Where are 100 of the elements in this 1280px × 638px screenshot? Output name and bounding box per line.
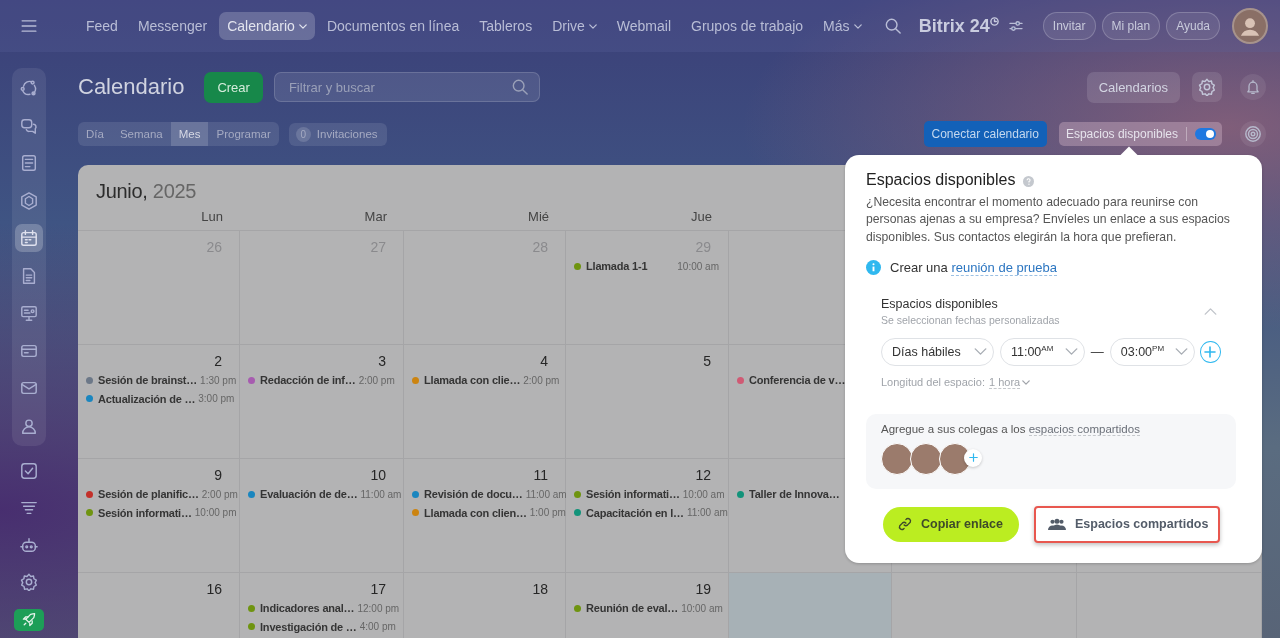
event-title[interactable]: Evaluación de de…	[260, 488, 358, 501]
nav-tab[interactable]: Webmail	[608, 12, 679, 40]
section-subtitle: Se seleccionan fechas personalizadas	[881, 313, 1060, 326]
event-title[interactable]: Taller de Innova…	[749, 488, 840, 501]
copy-link-button[interactable]: Copiar enlace	[883, 506, 1019, 542]
shared-slots-button[interactable]: Espacios compartidos	[1034, 505, 1221, 543]
caret-icon[interactable]	[1022, 379, 1031, 385]
nav-tab[interactable]: Messenger	[129, 12, 216, 40]
event-time: 1:30 pm	[199, 374, 238, 386]
event-time: 10:00 am	[681, 488, 726, 500]
link-icon[interactable]	[898, 517, 912, 532]
day-cell[interactable]: 3 Redacción de inf… 2:00 pm	[240, 345, 404, 458]
nav-tab[interactable]: Feed	[78, 12, 126, 40]
event-title[interactable]: Llamada 1-1	[586, 260, 648, 273]
event-title[interactable]: Sesión de planific…	[98, 488, 199, 501]
event-title[interactable]: Actualización de …	[98, 392, 196, 405]
day-cell[interactable]: 10 Evaluación de de… 11:00 am	[240, 459, 404, 572]
event-title[interactable]: Sesión informati…	[586, 488, 680, 501]
search-icon[interactable]	[511, 79, 528, 95]
nav-tab[interactable]: Documentos en línea	[318, 12, 468, 40]
event-title[interactable]: Sesión informati…	[98, 506, 192, 519]
day-cell[interactable]: 9 Sesión de planific… 2:00 pm Sesión informati… 10:00 pm	[78, 459, 240, 572]
day-cell[interactable]: 4 Llamada con clie… 2:00 pm	[404, 345, 566, 458]
day-cell[interactable]: 11 Revisión de docu… 11:00 am Llamada con clien… 1:00 pm	[404, 459, 566, 572]
day-number: 2	[214, 353, 222, 371]
spiral-icon[interactable]	[1240, 121, 1266, 147]
connect-calendar-button[interactable]: Conectar calendario	[923, 121, 1047, 147]
caret-icon[interactable]	[853, 23, 862, 29]
nav-tab[interactable]: Drive	[544, 12, 605, 40]
event-title[interactable]: Indicadores anal…	[260, 602, 355, 615]
day-number: 19	[695, 581, 711, 599]
menu-icon[interactable]	[21, 20, 37, 32]
day-cell[interactable]: 2 Sesión de brainst… 1:30 pm Actualización de … 3:00 pm	[78, 345, 240, 458]
event-time: 2:00 pm	[522, 374, 561, 386]
colleague-avatar[interactable]	[910, 442, 942, 475]
chevron-down-icon[interactable]	[973, 348, 987, 356]
day-number: 9	[214, 467, 222, 485]
event-title[interactable]: Investigación de …	[260, 620, 357, 633]
event-title[interactable]: Llamada con clien…	[424, 506, 527, 519]
nav-tab[interactable]: Más	[815, 12, 870, 40]
day-cell[interactable]: 18	[404, 573, 566, 638]
day-number: 12	[695, 467, 711, 485]
caret-icon[interactable]	[588, 23, 597, 29]
event-time: 10:00 am	[680, 602, 724, 614]
event-time: 2:00 pm	[200, 488, 239, 500]
day-cell[interactable]: 16	[78, 573, 240, 638]
header-button[interactable]: Mi plan	[1101, 12, 1161, 40]
event-time: 2:00 pm	[357, 374, 396, 386]
day-number: 16	[206, 581, 222, 599]
toggle-switch[interactable]	[1195, 128, 1216, 140]
sliders-icon[interactable]	[1008, 20, 1023, 32]
header-button[interactable]: Invitar	[1042, 12, 1096, 40]
day-cell[interactable]: 12 Sesión informati… 10:00 am Capacitación en l… 11:00 am	[566, 459, 729, 572]
colleague-avatar[interactable]	[881, 442, 913, 475]
day-number: 4	[540, 353, 548, 371]
chevron-down-icon[interactable]	[1064, 348, 1078, 356]
weekday-label: Jue	[690, 208, 713, 226]
header-button[interactable]: Ayuda	[1166, 12, 1220, 40]
day-number: 18	[532, 581, 548, 599]
event-title[interactable]: Sesión de brainst…	[98, 374, 198, 387]
event-title[interactable]: Reunión de eval…	[586, 602, 679, 615]
event-time: 1:00 pm	[528, 507, 567, 519]
nav-tab[interactable]: Calendario	[219, 12, 315, 40]
event-time: 10:00 pm	[193, 507, 238, 519]
event-time: 11:00 am	[685, 507, 729, 519]
user-avatar[interactable]	[1232, 8, 1268, 44]
calendar-icon[interactable]	[15, 224, 43, 252]
chevron-down-icon[interactable]	[1174, 348, 1188, 356]
create-button[interactable]: Crear	[204, 71, 263, 103]
available-slots-control[interactable]: Espacios disponibles	[1058, 122, 1222, 146]
test-meeting-text: Crear una reunión de prueba	[890, 259, 1057, 275]
description-text: ¿Necesita encontrar el momento adecuado para reunirse con personas ajenas a su empresa? Envíeles un enlace a sus espacios disponibles. Sus contactos elegirán la hora que prefieran.	[866, 194, 1231, 246]
event-title[interactable]: Conferencia de v…	[749, 374, 846, 387]
weekday-label: Mié	[527, 208, 550, 226]
people-icon[interactable]	[1048, 517, 1066, 531]
event-title[interactable]: Redacción de inf…	[260, 374, 356, 387]
settings-icon[interactable]	[1192, 72, 1222, 102]
bell-icon[interactable]	[1240, 74, 1266, 100]
day-cell[interactable]: 5	[566, 345, 729, 458]
search-icon[interactable]	[884, 18, 901, 34]
shared-slots-link[interactable]: espacios compartidos	[1028, 422, 1140, 436]
range-dash: —	[1090, 344, 1104, 360]
event-time: 10:00 am	[676, 260, 720, 272]
event-title[interactable]: Capacitación en l…	[586, 506, 684, 519]
view-tab[interactable]: Mes	[170, 122, 209, 146]
add-colleague-icon[interactable]	[964, 448, 982, 467]
logo-text[interactable]: Bitrix 24	[918, 15, 990, 37]
test-meeting-link[interactable]: reunión de prueba	[951, 259, 1057, 276]
event-title[interactable]: Revisión de docu…	[424, 488, 523, 501]
rocket-icon[interactable]	[14, 608, 44, 631]
page-title: Calendario	[78, 74, 185, 100]
event-title[interactable]: Llamada con clie…	[424, 374, 521, 387]
section-title: Espacios disponibles	[881, 296, 999, 311]
calendars-button[interactable]: Calendarios	[1086, 71, 1180, 103]
nav-tab[interactable]: Tableros	[471, 12, 541, 40]
day-cell[interactable]: 17 Indicadores anal… 12:00 pm Investigación de … 4:00 pm	[240, 573, 404, 638]
popup-title: Espacios disponibles	[866, 171, 1016, 189]
event-time: 3:00 pm	[197, 393, 236, 405]
nav-tab[interactable]: Grupos de trabajo	[683, 12, 812, 40]
colleague-avatar[interactable]	[939, 442, 971, 475]
